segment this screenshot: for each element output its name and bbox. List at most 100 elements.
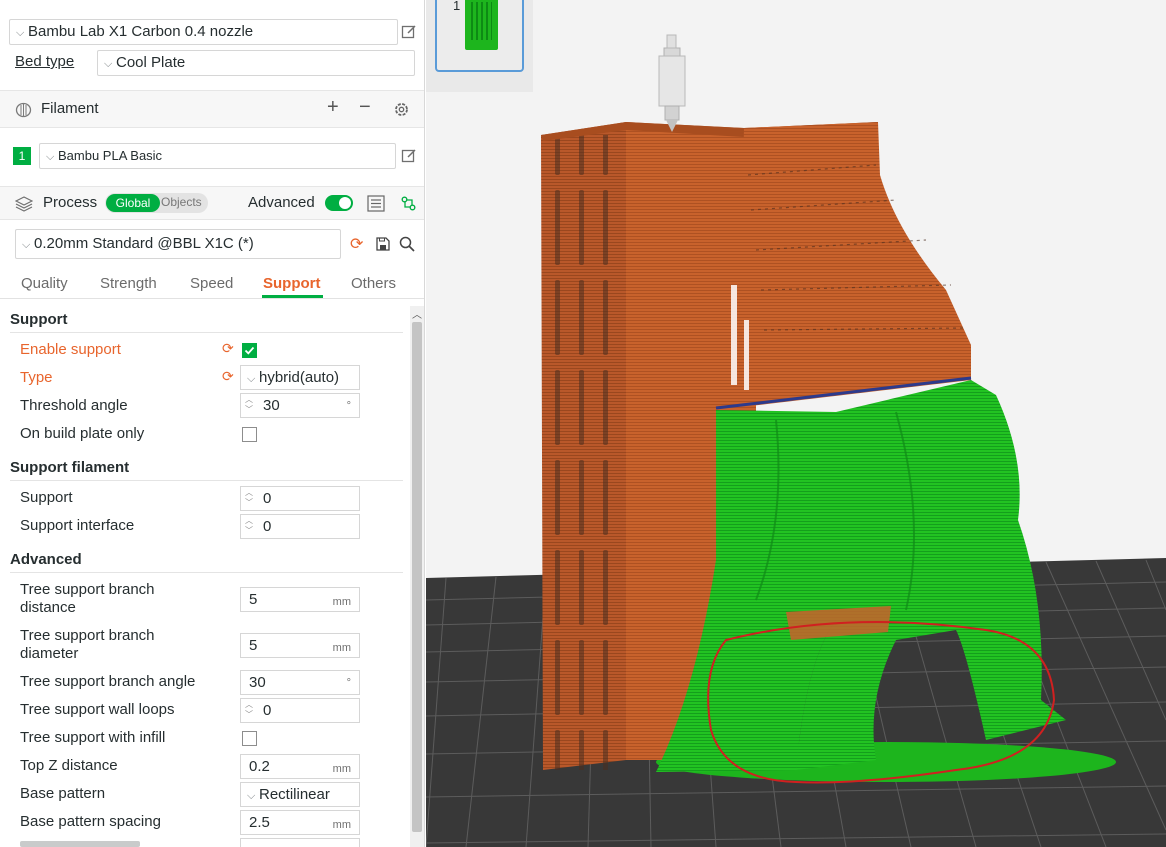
top-z-distance-input[interactable]: 0.2 mm <box>240 754 360 779</box>
spinner-arrows-icon[interactable]: ︿ ﹀ <box>245 516 255 536</box>
branch-distance-input[interactable]: 5 mm <box>240 587 360 612</box>
branch-angle-input[interactable]: 30 ° <box>240 670 360 695</box>
clipped-next-row <box>20 841 140 847</box>
base-pattern-select[interactable]: ⌵ Rectilinear <box>240 782 360 807</box>
top-z-distance-label: Top Z distance <box>20 757 118 774</box>
on-build-plate-only-checkbox[interactable] <box>242 427 257 442</box>
filament-slot-badge[interactable]: 1 <box>13 147 31 165</box>
wall-loops-value: 0 <box>263 702 272 719</box>
group-support-filament-title: Support filament <box>10 459 130 476</box>
list-icon[interactable] <box>367 195 385 212</box>
scrollbar-thumb[interactable] <box>412 322 422 832</box>
process-section-header: Process Global Objects Advanced <box>0 186 424 220</box>
type-select[interactable]: ⌵ hybrid(auto) <box>240 365 360 390</box>
support-structure <box>656 380 1066 772</box>
plate-number: 1 <box>453 0 461 13</box>
branch-distance-label: Tree support branch distance <box>20 581 155 616</box>
top-z-distance-value: 0.2 <box>249 758 270 775</box>
type-value: hybrid(auto) <box>259 369 340 386</box>
base-pattern-spacing-input[interactable]: 2.5 mm <box>240 810 360 835</box>
threshold-angle-label: Threshold angle <box>20 397 128 414</box>
settings-panel: ⌵ Bambu Lab X1 Carbon 0.4 nozzle Bed type… <box>0 0 425 847</box>
advanced-switch[interactable] <box>325 195 353 211</box>
filament-value: Bambu PLA Basic <box>58 148 163 163</box>
support-filament-input[interactable]: ︿ ﹀ 0 <box>240 486 360 511</box>
wall-loops-label: Tree support wall loops <box>20 701 175 718</box>
plate-preview <box>465 0 498 50</box>
bed-type-select[interactable]: ⌵ Cool Plate <box>97 50 415 76</box>
chevron-down-icon: ⌵ <box>247 790 256 802</box>
branch-diameter-input[interactable]: 5 mm <box>240 633 360 658</box>
spinner-arrows-icon[interactable]: ︿ ﹀ <box>245 395 255 415</box>
chevron-down-icon: ⌵ <box>22 239 31 251</box>
process-title: Process <box>43 194 98 211</box>
support-interface-input[interactable]: ︿ ﹀ 0 <box>240 514 360 539</box>
remove-icon[interactable]: − <box>359 96 371 119</box>
switch-knob <box>339 197 351 209</box>
threshold-angle-unit: ° <box>346 400 351 412</box>
base-pattern-spacing-label: Base pattern spacing <box>20 813 161 830</box>
tab-support[interactable]: Support <box>263 275 321 292</box>
toggle-objects-label[interactable]: Objects <box>161 195 202 209</box>
tabs-divider <box>0 298 424 299</box>
global-objects-toggle[interactable]: Global Objects <box>105 193 208 213</box>
edit-icon[interactable] <box>401 24 417 40</box>
scroll-up-icon[interactable]: ︿ <box>412 306 422 321</box>
printer-name: Bambu Lab X1 Carbon 0.4 nozzle <box>28 23 254 40</box>
spinner-arrows-icon[interactable]: ︿ ﹀ <box>245 488 255 508</box>
group-divider <box>10 572 403 573</box>
reset-icon[interactable]: ⟳ <box>350 234 363 254</box>
toggle-global-label: Global <box>115 196 151 210</box>
support-interface-value: 0 <box>263 518 272 535</box>
branch-diameter-unit: mm <box>332 642 351 654</box>
support-filament-value: 0 <box>263 490 272 507</box>
branch-distance-value: 5 <box>249 591 258 608</box>
tab-speed[interactable]: Speed <box>190 275 233 292</box>
base-pattern-label: Base pattern <box>20 785 106 802</box>
tab-quality[interactable]: Quality <box>21 275 68 292</box>
plate-thumbnail[interactable]: 1 <box>435 0 524 72</box>
base-pattern-spacing-value: 2.5 <box>249 814 270 831</box>
spinner-arrows-icon[interactable]: ︿ ﹀ <box>245 700 255 720</box>
tab-others[interactable]: Others <box>351 275 396 292</box>
3d-viewport[interactable]: 1 <box>426 0 1166 847</box>
bed-type-label[interactable]: Bed type <box>15 53 74 70</box>
settings-scrollbar[interactable]: ︿ <box>410 306 424 847</box>
type-label: Type <box>20 369 53 386</box>
toggle-global[interactable]: Global <box>106 194 160 212</box>
with-infill-checkbox[interactable] <box>242 731 257 746</box>
save-icon[interactable] <box>376 237 390 251</box>
base-pattern-spacing-unit: mm <box>332 819 351 831</box>
clipped-next-field <box>240 838 360 847</box>
reset-icon[interactable]: ⟳ <box>222 368 234 385</box>
wall-loops-input[interactable]: ︿ ﹀ 0 <box>240 698 360 723</box>
process-preset-select[interactable]: ⌵ 0.20mm Standard @BBL X1C (*) <box>15 229 341 259</box>
filament-select[interactable]: ⌵ Bambu PLA Basic <box>39 143 396 169</box>
group-divider <box>10 480 403 481</box>
support-filament-label: Support <box>20 489 73 506</box>
branch-angle-unit: ° <box>346 677 351 689</box>
compare-icon[interactable] <box>401 196 416 211</box>
gear-icon[interactable] <box>393 101 410 118</box>
bed-type-value: Cool Plate <box>116 54 186 71</box>
tab-strength[interactable]: Strength <box>100 275 157 292</box>
chevron-down-icon: ⌵ <box>247 373 256 385</box>
add-icon[interactable]: + <box>327 96 339 119</box>
search-icon[interactable] <box>399 236 415 252</box>
group-divider <box>10 332 403 333</box>
viewport-scene <box>426 0 1166 847</box>
branch-angle-value: 30 <box>249 674 266 691</box>
printer-select[interactable]: ⌵ Bambu Lab X1 Carbon 0.4 nozzle <box>9 19 398 45</box>
filament-section-header: Filament + − <box>0 90 424 128</box>
branch-diameter-value: 5 <box>249 637 258 654</box>
enable-support-label: Enable support <box>20 341 121 358</box>
process-preset-value: 0.20mm Standard @BBL X1C (*) <box>34 235 254 252</box>
filament-icon <box>15 102 32 118</box>
edit-icon[interactable] <box>401 148 417 164</box>
with-infill-label: Tree support with infill <box>20 729 166 746</box>
enable-support-checkbox[interactable] <box>242 343 257 358</box>
threshold-angle-input[interactable]: ︿ ﹀ 30 ° <box>240 393 360 418</box>
checkmark-icon <box>244 346 255 355</box>
on-build-plate-only-label: On build plate only <box>20 425 145 442</box>
reset-icon[interactable]: ⟳ <box>222 340 234 357</box>
